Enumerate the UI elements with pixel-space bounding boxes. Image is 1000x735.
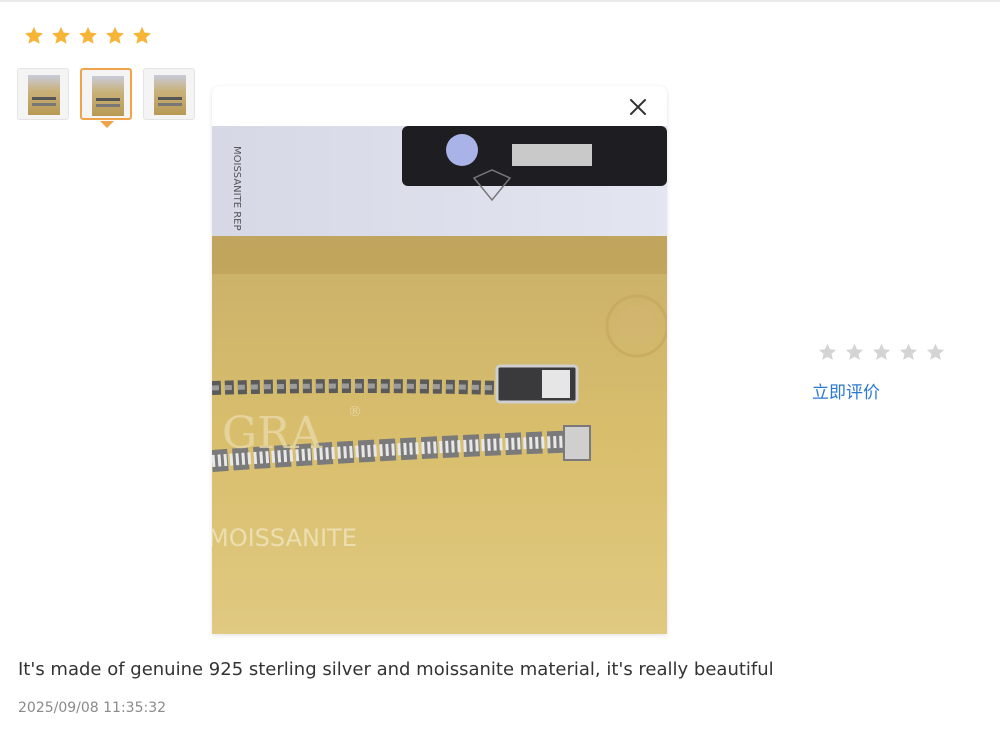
star-filled-icon xyxy=(133,26,151,44)
star-filled-icon xyxy=(52,26,70,44)
star-empty-icon[interactable] xyxy=(844,342,865,363)
star-empty-icon[interactable] xyxy=(898,342,919,363)
image-preview-popup: MOISSANITE REP GRA ® MOISSANITE xyxy=(212,86,667,634)
thumbnail-image xyxy=(92,76,124,116)
review-date: 2025/09/08 11:35:32 xyxy=(18,700,167,716)
photo-brand-text: GRA xyxy=(222,408,323,459)
review-thumbnails xyxy=(17,68,195,120)
review-thumbnail[interactable] xyxy=(143,68,195,120)
star-filled-icon xyxy=(25,26,43,44)
thumbnail-image xyxy=(28,75,60,115)
top-divider xyxy=(0,0,1000,2)
review-rating xyxy=(23,25,153,47)
star-empty-icon[interactable] xyxy=(925,342,946,363)
photo-brand-mark: ® xyxy=(348,404,362,420)
card-side-text: MOISSANITE REP xyxy=(231,146,242,231)
star-filled-icon xyxy=(79,26,97,44)
close-icon[interactable] xyxy=(627,96,649,118)
rate-stars xyxy=(817,342,946,363)
review-thumbnail[interactable] xyxy=(17,68,69,120)
star-empty-icon[interactable] xyxy=(817,342,838,363)
rate-now-link[interactable]: 立即评价 xyxy=(812,378,880,403)
review-text: It's made of genuine 925 sterling silver… xyxy=(18,659,774,680)
thumbnail-pointer xyxy=(100,121,114,128)
review-thumbnail-selected[interactable] xyxy=(80,68,132,120)
thumbnail-image xyxy=(154,75,186,115)
star-empty-icon[interactable] xyxy=(871,342,892,363)
photo-brand-subtitle: MOISSANITE xyxy=(212,524,357,552)
review-photo: MOISSANITE REP GRA ® MOISSANITE xyxy=(212,126,667,634)
star-filled-icon xyxy=(106,26,124,44)
